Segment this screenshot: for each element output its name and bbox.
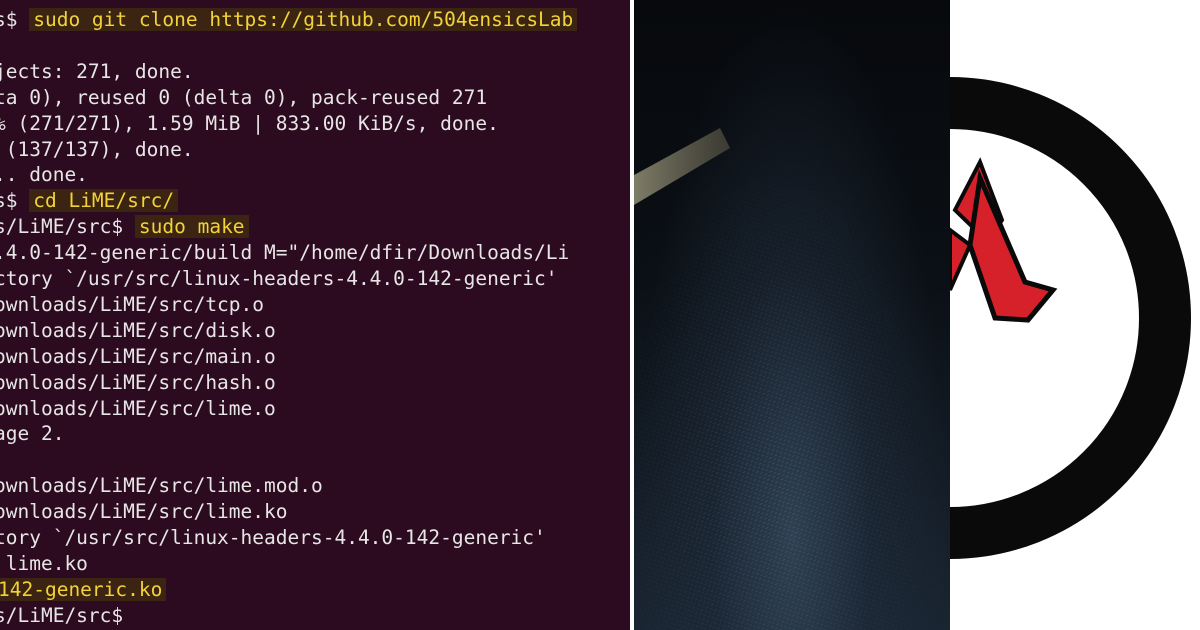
terminal-output-text: lime.ko	[0, 551, 88, 575]
terminal-line: ownloads/LiME/src/tcp.o	[0, 292, 264, 318]
highlighted-command: 142-generic.ko	[0, 577, 167, 601]
logo-red-left	[950, 227, 973, 291]
terminal-line: ctory `/usr/src/linux-headers-4.4.0-142-…	[0, 266, 558, 292]
terminal-output-text: s$	[0, 189, 18, 213]
terminal-output-text: s$	[0, 8, 18, 31]
terminal-line: .4.0-142-generic/build M="/home/dfir/Dow…	[0, 240, 569, 266]
terminal-line: s/LiME/src$	[0, 603, 123, 629]
terminal-line: ownloads/LiME/src/lime.mod.o	[0, 473, 323, 499]
dark-fabric-photo	[634, 0, 950, 630]
terminal-output-text: ownloads/LiME/src/disk.o	[0, 318, 276, 342]
terminal-output-text: s/LiME/src$	[0, 215, 135, 239]
terminal-output-text: ownloads/LiME/src/lime.mod.o	[0, 474, 323, 498]
terminal-output-text: age 2.	[0, 422, 65, 446]
terminal-line: ownloads/LiME/src/disk.o	[0, 318, 276, 344]
terminal-output-text: ownloads/LiME/src/hash.o	[0, 370, 276, 394]
red-lambda-logo-icon	[950, 77, 1191, 559]
terminal-output-text: tory `/usr/src/linux-headers-4.4.0-142-g…	[0, 526, 546, 549]
terminal-window[interactable]: s$ sudo git clone https://github.com/504…	[0, 0, 630, 630]
terminal-output-text: ta 0), reused 0 (delta 0), pack-reused 2…	[0, 85, 488, 109]
terminal-line: lime.ko	[0, 551, 88, 577]
terminal-output-text: ownloads/LiME/src/main.o	[0, 344, 276, 368]
terminal-line: s$ cd LiME/src/	[0, 188, 179, 214]
terminal-output-text: % (271/271), 1.59 MiB | 833.00 KiB/s, do…	[0, 111, 499, 135]
terminal-output-text: jects: 271, done.	[0, 59, 194, 83]
terminal-line: age 2.	[0, 421, 64, 447]
logo-red-leg	[967, 168, 1058, 323]
terminal-line: s$ sudo git clone https://github.com/504…	[0, 7, 578, 33]
terminal-output-text: .4.0-142-generic/build M="/home/dfir/Dow…	[0, 241, 570, 265]
terminal-line: jects: 271, done.	[0, 59, 194, 85]
terminal-line: s/LiME/src$ sudo make	[0, 214, 249, 240]
terminal-output-text: .. done.	[0, 163, 88, 187]
terminal-output-text: ownloads/LiME/src/lime.ko	[0, 500, 288, 524]
terminal-line: ownloads/LiME/src/lime.o	[0, 396, 276, 422]
terminal-line: .. done.	[0, 162, 88, 188]
terminal-line: tory `/usr/src/linux-headers-4.4.0-142-g…	[0, 525, 546, 551]
terminal-line: ownloads/LiME/src/main.o	[0, 344, 276, 370]
terminal-output-text: ctory `/usr/src/linux-headers-4.4.0-142-…	[0, 267, 558, 290]
highlighted-command: sudo git clone https://github.com/504ens…	[29, 8, 578, 31]
highlighted-command: sudo make	[134, 215, 249, 239]
terminal-output-text: ownloads/LiME/src/lime.o	[0, 396, 276, 420]
terminal-output-text: s/LiME/src$	[0, 603, 124, 627]
terminal-line: ownloads/LiME/src/hash.o	[0, 370, 276, 396]
terminal-line: % (271/271), 1.59 MiB | 833.00 KiB/s, do…	[0, 111, 499, 137]
terminal-line: 142-generic.ko	[0, 577, 167, 603]
terminal-line: ownloads/LiME/src/lime.ko	[0, 499, 288, 525]
terminal-output-text: ownloads/LiME/src/tcp.o	[0, 292, 265, 316]
terminal-output-text: (137/137), done.	[0, 137, 194, 161]
logo-panel	[950, 0, 1200, 630]
terminal-line: ta 0), reused 0 (delta 0), pack-reused 2…	[0, 85, 487, 111]
terminal-line: (137/137), done.	[0, 137, 194, 163]
highlighted-command: cd LiME/src/	[29, 189, 179, 213]
fabric-texture-image	[634, 0, 950, 630]
